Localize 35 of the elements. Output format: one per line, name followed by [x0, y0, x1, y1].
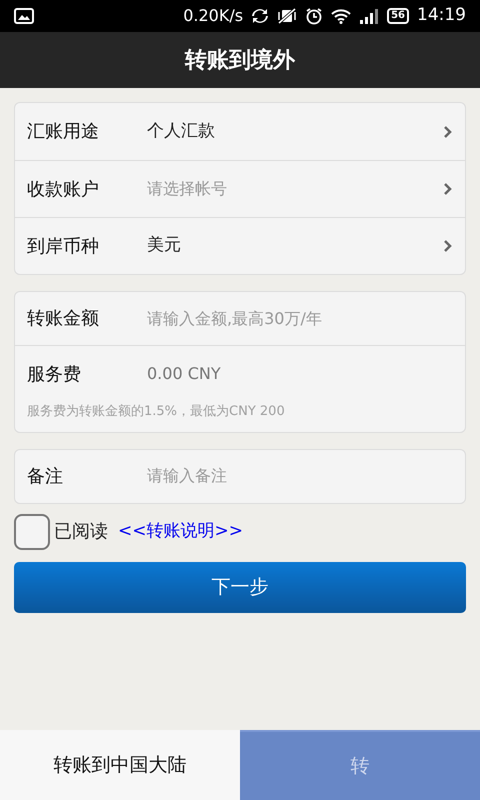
- sync-icon: [251, 8, 270, 24]
- wifi-icon: [331, 8, 352, 24]
- chevron-right-icon: [443, 182, 453, 196]
- alarm-icon: [305, 7, 324, 25]
- input-field[interactable]: 请输入金额,最高30万/年: [147, 306, 453, 330]
- field-placeholder: 请选择帐号: [147, 178, 228, 200]
- network-speed: 0.20K/s: [183, 5, 244, 27]
- clock: 14:19: [417, 4, 466, 28]
- chevron-right-icon: [443, 239, 453, 253]
- field-label: 备注: [27, 464, 64, 488]
- page-title: 转账到境外: [185, 46, 295, 74]
- select-row[interactable]: 汇账用途 个人汇款: [15, 103, 465, 160]
- transfer-terms-link[interactable]: <<转账说明>>: [118, 518, 243, 544]
- agreement-label: 已阅读: [54, 520, 108, 544]
- select-row[interactable]: 到岸币种 美元: [15, 217, 465, 274]
- chevron-right-icon: [443, 124, 453, 138]
- bottom-tab[interactable]: 转账到中国大陆: [0, 730, 240, 800]
- vibrate-off-icon: [277, 8, 298, 24]
- field-value: 个人汇款: [147, 120, 216, 143]
- signal-icon: [359, 8, 380, 24]
- battery-icon: 56: [387, 8, 409, 24]
- fee-note: 服务费为转账金额的1.5%，最低为CNY 200: [27, 403, 286, 421]
- field-label: 服务费: [27, 362, 82, 386]
- field-value: 0.00 CNY: [147, 363, 221, 385]
- field-label: 收款账户: [27, 178, 100, 202]
- input-field[interactable]: 请输入备注: [147, 464, 453, 488]
- field-label: 汇账用途: [27, 120, 100, 144]
- remark-field[interactable]: 备注 请输入备注: [14, 448, 466, 504]
- checkbox[interactable]: [14, 514, 50, 550]
- next-button[interactable]: 下一步: [14, 562, 466, 612]
- field-label: 到岸币种: [27, 234, 100, 258]
- image-icon: [14, 8, 34, 24]
- select-row[interactable]: 收款账户 请选择帐号: [15, 160, 465, 217]
- field-value: 美元: [147, 234, 182, 258]
- field-label: 转账金额: [27, 307, 100, 331]
